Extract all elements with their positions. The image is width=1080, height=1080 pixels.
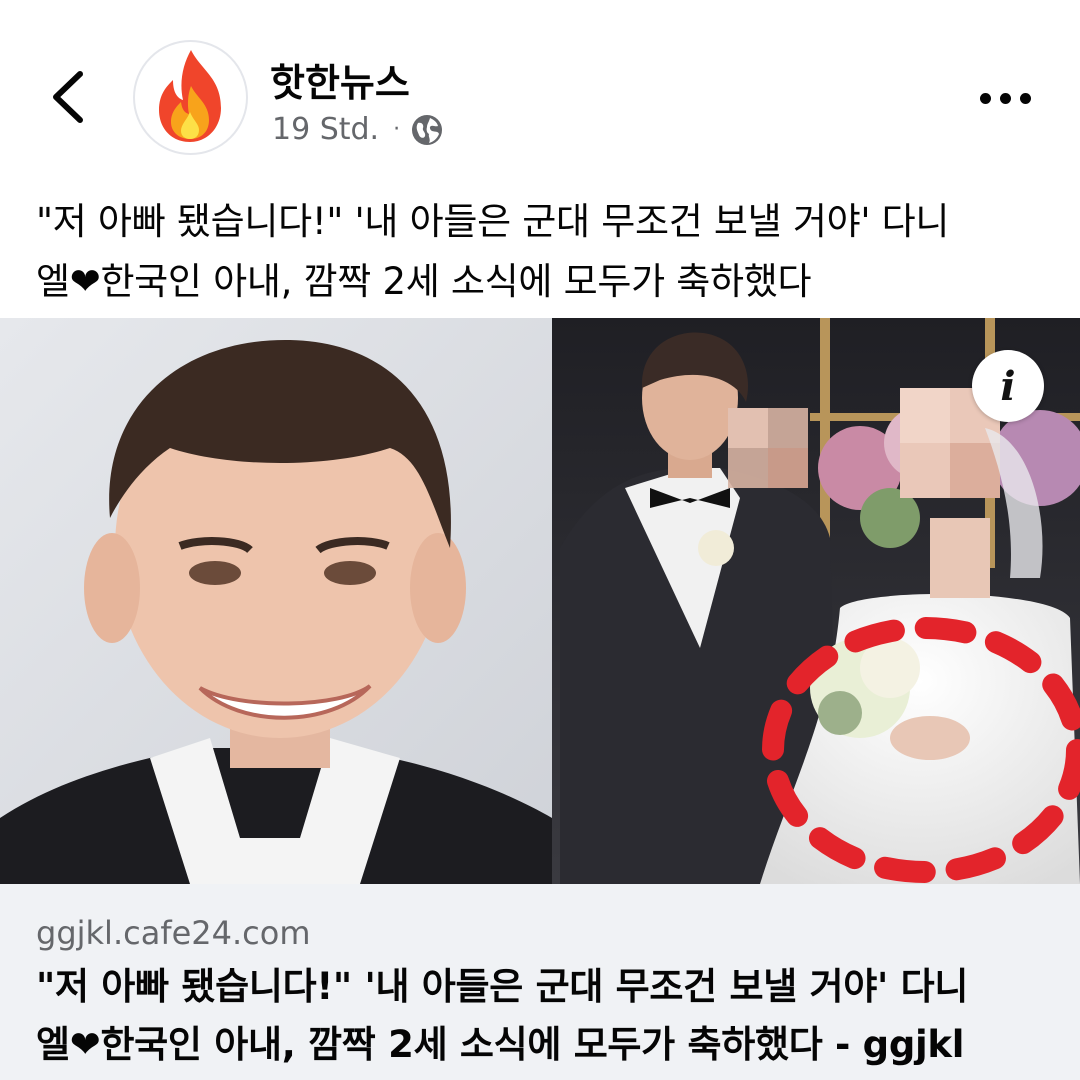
page-name[interactable]: 핫한뉴스 [270, 52, 410, 107]
back-button[interactable] [40, 62, 100, 132]
more-dots-icon [980, 92, 991, 104]
link-title[interactable]: "저 아빠 됐습니다!" '내 아들은 군대 무조건 보낼 거야' 다니 엘❤한… [36, 958, 1066, 1074]
info-button[interactable]: i [972, 350, 1044, 422]
link-title-line: 엘❤한국인 아내, 깜짝 2세 소식에 모두가 축하했다 - ggjkl [36, 1023, 965, 1066]
post-time[interactable]: 19 Std. [272, 112, 379, 147]
fire-icon [159, 50, 221, 142]
page-avatar[interactable] [133, 40, 248, 155]
post-text-line: 엘❤한국인 아내, 깜짝 2세 소식에 모두가 축하했다 [36, 260, 812, 303]
post-header: 핫한뉴스 19 Std. · [0, 0, 1080, 180]
link-domain[interactable]: ggjkl.cafe24.com [36, 914, 311, 952]
more-options-button[interactable] [980, 80, 1044, 116]
link-title-line: "저 아빠 됐습니다!" '내 아들은 군대 무조건 보낼 거야' 다니 [36, 965, 969, 1008]
post-text: "저 아빠 됐습니다!" '내 아들은 군대 무조건 보낼 거야' 다니 엘❤한… [36, 192, 1056, 312]
globe-icon[interactable] [410, 113, 444, 147]
post-image[interactable] [0, 318, 1080, 884]
man-portrait-photo [0, 318, 552, 884]
post-text-line: "저 아빠 됐습니다!" '내 아들은 군대 무조건 보낼 거야' 다니 [36, 200, 950, 243]
meta-separator: · [393, 117, 401, 142]
post-meta: 19 Std. · [272, 112, 444, 147]
news-photo-collage [0, 318, 1080, 884]
info-icon: i [1000, 362, 1016, 410]
chevron-left-icon [53, 71, 83, 123]
